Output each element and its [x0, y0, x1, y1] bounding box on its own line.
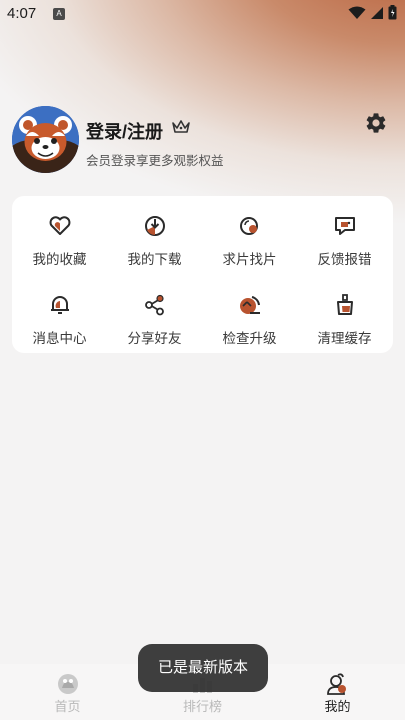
menu-item-label: 检查升级 — [222, 331, 277, 346]
feature-menu-card: 我的收藏 我的下载 求片找片 反馈报错 消息中心 分享好友 检查升级 清理缓存 — [12, 196, 393, 353]
menu-item-label: 消息中心 — [32, 331, 87, 346]
menu-item-check-update[interactable]: 检查升级 — [202, 283, 297, 349]
member-benefit-text: 会员登录享更多观影权益 — [86, 154, 224, 168]
nav-tab-mine[interactable]: 我的 — [270, 664, 405, 720]
wifi-icon — [348, 6, 366, 19]
menu-item-label: 分享好友 — [127, 331, 182, 346]
menu-item-share[interactable]: 分享好友 — [107, 283, 202, 349]
menu-item-label: 求片找片 — [222, 252, 277, 267]
menu-item-messages[interactable]: 消息中心 — [12, 283, 107, 349]
notification-badge: A — [53, 8, 65, 20]
nav-tab-home[interactable]: 首页 — [0, 664, 135, 720]
status-bar: 4:07 A — [0, 0, 405, 28]
nav-tab-label: 我的 — [324, 699, 351, 714]
status-time: 4:07 — [7, 5, 37, 22]
menu-item-request-film[interactable]: 求片找片 — [202, 204, 297, 270]
search-film-icon — [240, 217, 258, 235]
menu-item-label: 反馈报错 — [317, 252, 372, 267]
login-register-link[interactable]: 登录/注册 — [86, 118, 163, 144]
heart-icon — [49, 216, 71, 235]
crown-icon — [172, 120, 190, 133]
gear-icon[interactable] — [364, 111, 388, 135]
menu-item-clear-cache[interactable]: 清理缓存 — [297, 283, 392, 349]
nav-tab-label: 排行榜 — [182, 699, 222, 714]
home-icon — [58, 674, 78, 694]
share-icon — [145, 294, 164, 316]
menu-item-feedback[interactable]: 反馈报错 — [297, 204, 392, 270]
upgrade-icon — [240, 296, 260, 314]
profile-icon — [327, 673, 346, 695]
menu-item-label: 清理缓存 — [317, 331, 372, 346]
nav-tab-label: 首页 — [54, 699, 81, 714]
menu-item-downloads[interactable]: 我的下载 — [107, 204, 202, 270]
signal-icon — [371, 6, 383, 19]
menu-item-label: 我的收藏 — [32, 252, 87, 267]
battery-icon — [388, 5, 397, 20]
red-panda-avatar[interactable] — [12, 106, 79, 173]
bell-icon — [51, 296, 69, 314]
toast-message: 已是最新版本 — [138, 644, 268, 692]
feedback-icon — [335, 217, 355, 235]
menu-item-label: 我的下载 — [127, 252, 182, 267]
profile-header[interactable]: 登录/注册 会员登录享更多观影权益 — [12, 106, 402, 176]
avatar-image — [12, 106, 79, 173]
clean-cache-icon — [337, 294, 353, 315]
download-icon — [145, 216, 165, 236]
status-icons — [348, 5, 397, 20]
menu-item-favorites[interactable]: 我的收藏 — [12, 204, 107, 270]
